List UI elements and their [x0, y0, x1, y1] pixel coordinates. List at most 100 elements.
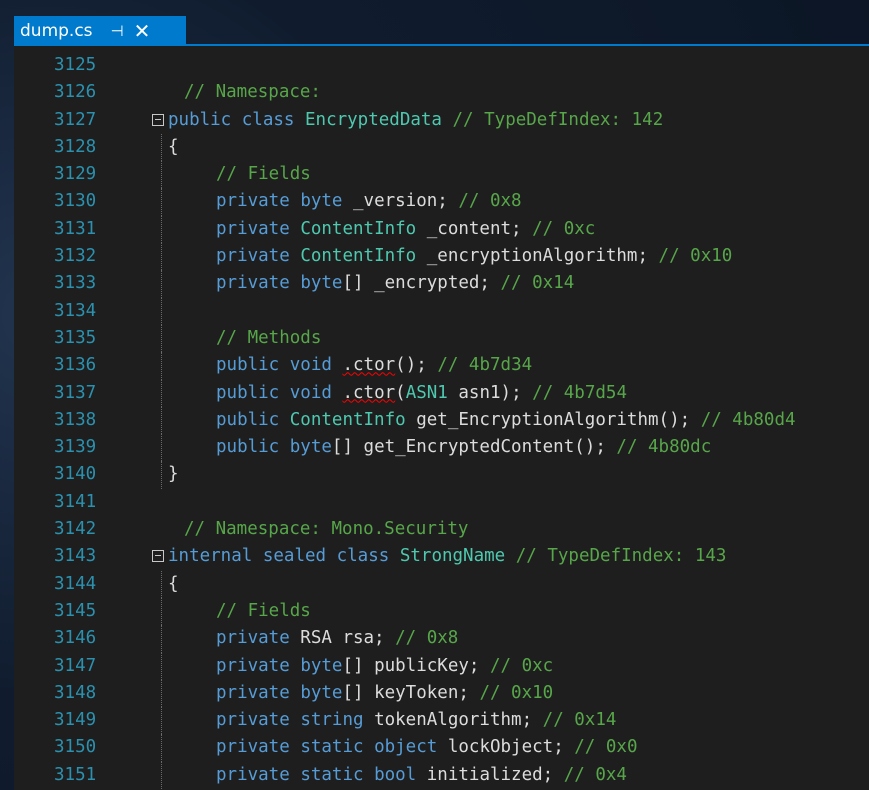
- line-number: 3139: [54, 437, 97, 458]
- code-line[interactable]: 3126 // Namespace:: [14, 79, 869, 106]
- indent-guide: [161, 243, 162, 271]
- code-text: private ContentInfo _content; // 0xc: [216, 216, 595, 243]
- code-line[interactable]: 3140}: [14, 461, 869, 489]
- code-line[interactable]: 3129 // Fields: [14, 161, 869, 189]
- code-line[interactable]: 3148 private byte[] keyToken; // 0x10: [14, 679, 869, 708]
- code-text: {: [168, 571, 179, 598]
- indent-guide: [161, 188, 162, 216]
- code-line[interactable]: 3125: [14, 52, 869, 79]
- code-keyword: class: [241, 109, 295, 130]
- code-token: asn1);: [447, 382, 533, 403]
- code-keyword: byte: [300, 682, 343, 703]
- indent-guide: [161, 406, 162, 435]
- code-keyword: static: [300, 764, 364, 785]
- code-keyword: class: [336, 546, 390, 567]
- code-line[interactable]: 3145 // Fields: [14, 597, 869, 626]
- indent-guide: [161, 461, 162, 489]
- code-keyword: byte: [289, 437, 332, 458]
- code-editor[interactable]: 3125 3126 // Namespace: 3127 public class E…: [14, 46, 869, 790]
- code-line[interactable]: 3138 public ContentInfo get_EncryptionAlg…: [14, 406, 869, 435]
- close-icon[interactable]: ✕: [134, 19, 151, 43]
- code-line[interactable]: 3141: [14, 489, 869, 516]
- code-line[interactable]: 3133 private byte[] _encrypted; // 0x14: [14, 270, 869, 298]
- code-area[interactable]: 3125 3126 // Namespace: 3127 public class E…: [14, 52, 869, 790]
- code-keyword: public: [216, 409, 280, 430]
- line-number: 3135: [54, 327, 97, 348]
- line-number: 3142: [54, 519, 97, 540]
- code-token: [] get_EncryptedContent();: [331, 437, 617, 458]
- code-text: // Namespace: Mono.Security: [184, 516, 468, 543]
- code-line[interactable]: 3128 {: [14, 133, 869, 162]
- code-line[interactable]: 3146 private RSA rsa; // 0x8: [14, 625, 869, 653]
- code-token: _content;: [416, 218, 533, 239]
- code-line[interactable]: 3127 public class EncryptedData // TypeDe…: [14, 107, 869, 134]
- code-text: // Fields: [216, 598, 311, 625]
- line-number: 3141: [54, 491, 97, 512]
- line-number: 3136: [54, 355, 97, 376]
- code-line[interactable]: 3134: [14, 297, 869, 325]
- code-keyword: object: [374, 737, 438, 758]
- code-comment: // TypeDefIndex: 142: [452, 109, 664, 130]
- tab-dump-cs[interactable]: dump.cs ⊣ ✕: [14, 16, 186, 46]
- collapse-icon[interactable]: [152, 113, 164, 126]
- code-keyword: internal: [168, 546, 253, 567]
- line-number: 3143: [54, 546, 97, 567]
- indent-guide: [161, 707, 162, 735]
- indent-guide: [161, 324, 162, 353]
- code-keyword: string: [300, 710, 364, 731]
- code-text: private ContentInfo _encryptionAlgorithm…: [216, 243, 732, 270]
- code-line[interactable]: 3131 private ContentInfo _content; // 0xc: [14, 215, 869, 244]
- code-line[interactable]: 3147 private byte[] publicKey; // 0xc: [14, 652, 869, 680]
- code-line[interactable]: 3144 {: [14, 570, 869, 598]
- code-token: (: [395, 382, 406, 403]
- code-token: .ctor: [342, 355, 396, 376]
- code-line[interactable]: 3142 // Namespace: Mono.Security: [14, 516, 869, 543]
- code-line[interactable]: 3136 public void .ctor(); // 4b7d34: [14, 352, 869, 380]
- code-type: ASN1: [405, 382, 448, 403]
- pin-icon[interactable]: ⊣: [111, 22, 124, 40]
- code-line[interactable]: 3130 private byte _version; // 0x8: [14, 188, 869, 216]
- code-keyword: static: [300, 737, 364, 758]
- indent-guide: [161, 597, 162, 626]
- code-line[interactable]: 3137 public void .ctor(ASN1 asn1); // 4b7…: [14, 379, 869, 407]
- code-text: private string tokenAlgorithm; // 0x14: [216, 707, 616, 734]
- code-keyword: sealed: [262, 546, 327, 567]
- line-number: 3126: [54, 82, 97, 103]
- code-keyword: private: [216, 246, 290, 267]
- code-text: }: [168, 461, 179, 488]
- code-comment: // 0x14: [542, 710, 617, 731]
- code-text: public void .ctor(ASN1 asn1); // 4b7d54: [216, 380, 627, 407]
- code-token: lockObject;: [437, 737, 575, 758]
- code-text: private byte[] keyToken; // 0x10: [216, 680, 553, 707]
- line-number: 3138: [54, 409, 97, 430]
- code-line[interactable]: 3132 private ContentInfo _encryptionAlgor…: [14, 243, 869, 271]
- code-line[interactable]: 3151 private static bool initialized; // …: [14, 761, 869, 790]
- code-token: initialized;: [416, 764, 564, 785]
- code-keyword: byte: [300, 273, 343, 294]
- code-line[interactable]: 3149 private string tokenAlgorithm; // 0x…: [14, 707, 869, 735]
- code-text: private static bool initialized; // 0x4: [216, 762, 627, 789]
- code-keyword: private: [216, 682, 290, 703]
- code-line[interactable]: 3135 // Methods: [14, 324, 869, 353]
- code-line[interactable]: 3150 private static object lockObject; //…: [14, 734, 869, 762]
- code-token: _version;: [342, 191, 459, 212]
- indent-guide: [161, 133, 162, 162]
- code-token: .ctor: [342, 382, 396, 403]
- code-comment: // Fields: [216, 164, 311, 185]
- code-text: // Methods: [216, 325, 321, 352]
- line-number: 3144: [54, 573, 97, 594]
- collapse-icon[interactable]: [152, 550, 164, 563]
- line-number: 3146: [54, 628, 97, 649]
- code-text: private static object lockObject; // 0x0: [216, 734, 637, 761]
- indent-guide: [161, 352, 162, 380]
- code-token: {: [168, 573, 179, 594]
- code-line[interactable]: 3143 internal sealed class StrongName // …: [14, 543, 869, 570]
- code-type: ContentInfo: [289, 409, 406, 430]
- code-line[interactable]: 3139 public byte[] get_EncryptedContent()…: [14, 434, 869, 462]
